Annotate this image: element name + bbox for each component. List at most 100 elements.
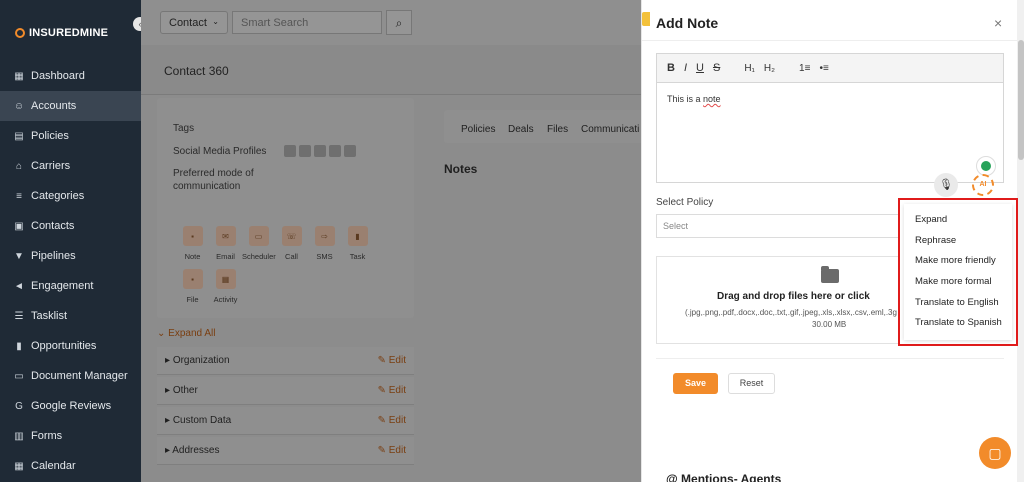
- top-bar: Contact ⌄ Smart Search ⌕: [141, 0, 641, 45]
- action-scheduler[interactable]: ▭ Scheduler: [242, 226, 276, 261]
- social-label: Social Media Profiles: [173, 146, 267, 157]
- action-sms[interactable]: ⇨ SMS: [308, 226, 341, 261]
- sidebar-item-google-reviews[interactable]: G Google Reviews: [0, 391, 141, 421]
- ai-option-rephrase[interactable]: Rephrase: [915, 235, 956, 246]
- action-note[interactable]: ▪ Note: [176, 226, 209, 261]
- note-icon: ▪: [182, 226, 203, 246]
- sidebar-item-categories[interactable]: ≡ Categories: [0, 181, 141, 211]
- sidebar-item-carriers[interactable]: ⌂ Carriers: [0, 151, 141, 181]
- ordered-list-button[interactable]: 1≡: [799, 63, 810, 74]
- linkedin-icon[interactable]: [284, 145, 296, 157]
- instagram-icon[interactable]: [329, 145, 341, 157]
- activity-icon: ▦: [215, 269, 236, 289]
- ai-option-formal[interactable]: Make more formal: [915, 276, 992, 287]
- tab-files[interactable]: Files: [547, 124, 568, 135]
- heading1-button[interactable]: H₁: [744, 63, 755, 74]
- search-button[interactable]: ⌕: [386, 10, 412, 35]
- facebook-icon[interactable]: [299, 145, 311, 157]
- action-activity[interactable]: ▦ Activity: [209, 269, 242, 304]
- main-content: Contact ⌄ Smart Search ⌕ Contact 360 Tag…: [141, 0, 641, 482]
- sidebar-item-engagement[interactable]: ◄ Engagement: [0, 271, 141, 301]
- sidebar-item-tasklist[interactable]: ☰ Tasklist: [0, 301, 141, 331]
- tab-policies[interactable]: Policies: [461, 124, 495, 135]
- dashboard-icon: ▦: [14, 70, 24, 82]
- action-file[interactable]: ▪ File: [176, 269, 209, 304]
- accordion-other[interactable]: ▸ Other ✎ Edit: [157, 377, 414, 405]
- contact-type-select[interactable]: Contact ⌄: [160, 11, 228, 34]
- expand-all-toggle[interactable]: ⌄ Expand All: [157, 328, 215, 339]
- sidebar-item-document-manager[interactable]: ▭ Document Manager: [0, 361, 141, 391]
- smart-search-input[interactable]: Smart Search: [232, 11, 382, 34]
- pipelines-icon: ▼: [14, 250, 24, 262]
- note-text-area[interactable]: This is a note: [667, 94, 721, 104]
- ai-menu-list: Expand Rephrase Make more friendly Make …: [904, 204, 1012, 340]
- close-icon[interactable]: ×: [994, 15, 1002, 31]
- scrollbar-thumb[interactable]: [1018, 40, 1024, 160]
- save-button[interactable]: Save: [673, 373, 718, 394]
- policies-icon: ▤: [14, 130, 24, 142]
- page-header: Contact 360: [141, 45, 641, 95]
- notification-icon[interactable]: [642, 12, 650, 26]
- search-icon: ⌕: [395, 16, 403, 30]
- tasklist-icon: ☰: [14, 310, 24, 322]
- globe-icon[interactable]: [344, 145, 356, 157]
- tags-label: Tags: [173, 123, 195, 134]
- ai-option-translate-english[interactable]: Translate to English: [915, 297, 999, 308]
- select-policy-label: Select Policy: [656, 197, 714, 208]
- edit-button[interactable]: ✎ Edit: [378, 355, 406, 366]
- sidebar-nav: ▦ Dashboard ☺ Accounts ▤ Policies ⌂ Carriers…: [0, 61, 141, 481]
- action-email[interactable]: ✉ Email: [209, 226, 242, 261]
- tab-deals[interactable]: Deals: [508, 124, 534, 135]
- ai-option-expand[interactable]: Expand: [915, 214, 947, 225]
- opportunities-icon: ▮: [16, 340, 22, 352]
- bullet-list-button[interactable]: •≡: [819, 63, 828, 74]
- heading2-button[interactable]: H₂: [764, 63, 775, 74]
- sidebar-item-pipelines[interactable]: ▼ Pipelines: [0, 241, 141, 271]
- mentions-heading: @ Mentions- Agents: [666, 472, 782, 482]
- action-task[interactable]: ▮ Task: [341, 226, 374, 261]
- edit-button[interactable]: ✎ Edit: [378, 415, 406, 426]
- twitter-icon[interactable]: [314, 145, 326, 157]
- sidebar-item-policies[interactable]: ▤ Policies: [0, 121, 141, 151]
- file-icon: ▪: [182, 269, 203, 289]
- sidebar-item-opportunities[interactable]: ▮ Opportunities: [0, 331, 141, 361]
- ai-option-friendly[interactable]: Make more friendly: [915, 255, 996, 266]
- underline-button[interactable]: U: [696, 62, 704, 74]
- ai-option-translate-spanish[interactable]: Translate to Spanish: [915, 317, 1002, 328]
- grammar-check-icon[interactable]: [976, 156, 996, 176]
- sidebar-item-dashboard[interactable]: ▦ Dashboard: [0, 61, 141, 91]
- social-icons: [284, 145, 356, 157]
- action-call[interactable]: ☏ Call: [275, 226, 308, 261]
- sidebar-item-contacts[interactable]: ▣ Contacts: [0, 211, 141, 241]
- carriers-icon: ⌂: [15, 160, 23, 172]
- calendar-icon: ▦: [14, 460, 24, 472]
- accordion-addresses[interactable]: ▸ Addresses ✎ Edit: [157, 437, 414, 465]
- engagement-icon: ◄: [14, 280, 24, 292]
- divider: [642, 40, 1017, 41]
- chat-icon[interactable]: ▢: [979, 437, 1011, 469]
- edit-button[interactable]: ✎ Edit: [378, 445, 406, 456]
- strikethrough-button[interactable]: S: [713, 62, 720, 74]
- accordion-organization[interactable]: ▸ Organization ✎ Edit: [157, 347, 414, 375]
- microphone-icon[interactable]: 🎙: [934, 173, 958, 197]
- ai-suggestion-menu: Expand Rephrase Make more friendly Make …: [898, 198, 1018, 346]
- italic-button[interactable]: I: [684, 62, 687, 74]
- reset-button[interactable]: Reset: [728, 373, 775, 394]
- sidebar-item-forms[interactable]: ▥ Forms: [0, 421, 141, 451]
- ai-assistant-button[interactable]: AI: [972, 174, 994, 196]
- google-icon: G: [15, 400, 23, 412]
- logo[interactable]: INSUREDMINE: [15, 27, 108, 39]
- accordion-custom-data[interactable]: ▸ Custom Data ✎ Edit: [157, 407, 414, 435]
- panel-scrollbar[interactable]: [1017, 0, 1024, 482]
- panel-title: Add Note: [656, 15, 719, 31]
- preferred-label: Preferred mode of: [173, 168, 254, 179]
- bold-button[interactable]: B: [667, 62, 675, 74]
- edit-button[interactable]: ✎ Edit: [378, 385, 406, 396]
- email-icon: ✉: [215, 226, 236, 246]
- sidebar-item-accounts[interactable]: ☺ Accounts: [0, 91, 141, 121]
- folder-icon: ▭: [14, 370, 24, 382]
- tab-communications[interactable]: Communicati: [581, 124, 639, 135]
- note-editor: B I U S H₁ H₂ 1≡ •≡ This is a note: [656, 53, 1004, 183]
- folder-icon: [821, 266, 839, 283]
- sidebar-item-calendar[interactable]: ▦ Calendar: [0, 451, 141, 481]
